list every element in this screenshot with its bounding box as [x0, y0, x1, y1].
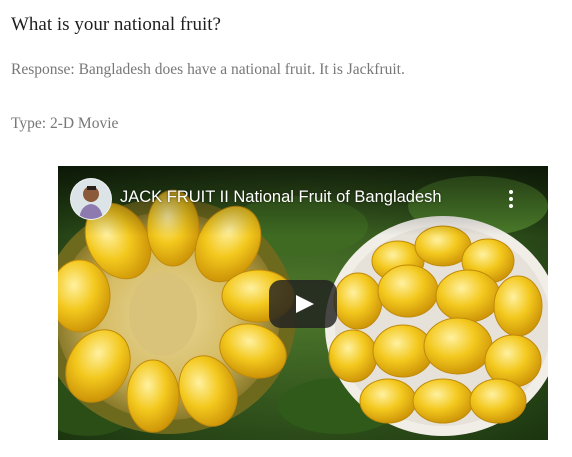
- play-icon: [296, 295, 314, 313]
- page: What is your national fruit? Response: B…: [0, 0, 572, 457]
- type-text: Type: 2-D Movie: [11, 115, 119, 132]
- video-title[interactable]: JACK FRUIT II National Fruit of Banglade…: [120, 188, 442, 207]
- response-text: Response: Bangladesh does have a nationa…: [11, 61, 405, 78]
- video-embed[interactable]: JACK FRUIT II National Fruit of Banglade…: [58, 166, 548, 440]
- play-button[interactable]: [269, 280, 337, 328]
- channel-avatar-icon[interactable]: [70, 178, 112, 220]
- more-vert-icon[interactable]: [498, 184, 524, 214]
- question-heading: What is your national fruit?: [11, 14, 221, 35]
